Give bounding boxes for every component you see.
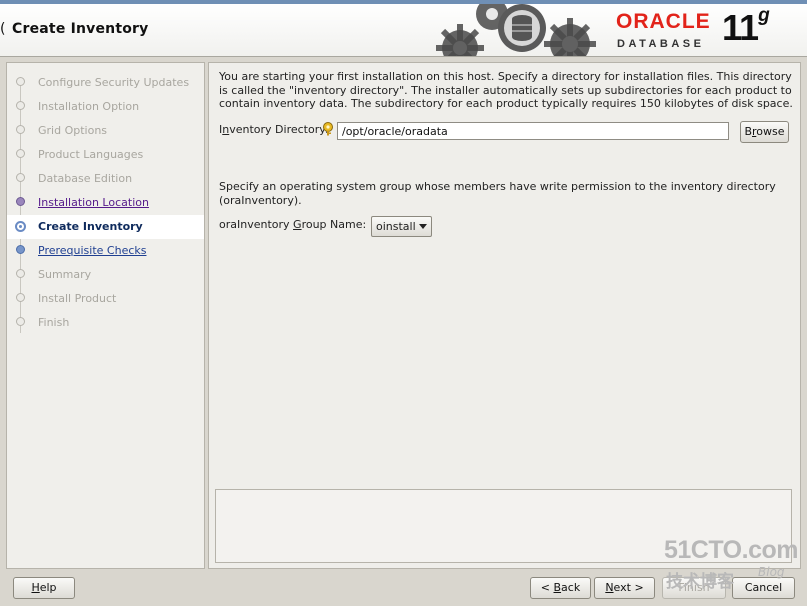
page-title: Create Inventory [12,21,149,37]
label-mnemonic: G [293,218,302,231]
group-line-1: Specify an operating system group whose … [219,180,776,193]
step-node-icon [16,173,25,182]
step-label: Finish [38,316,70,329]
finish-button[interactable]: Finish [662,577,726,599]
browse-button[interactable]: Browse [740,121,789,143]
inventory-directory-label: Inventory Directory: [219,123,329,136]
button-mnemonic: H [31,581,40,594]
step-prerequisite-checks[interactable]: Prerequisite Checks [7,239,204,263]
step-installation-option: Installation Option [7,95,204,119]
button-mnemonic: N [605,581,614,594]
key-hint-icon [323,122,333,136]
label-part: roup Name: [301,218,367,231]
database-logo-text: DATABASE [617,38,705,50]
step-current-node-icon [15,221,26,232]
step-node-icon [16,77,25,86]
step-node-icon [16,317,25,326]
step-product-languages: Product Languages [7,143,204,167]
help-button[interactable]: Help [13,577,75,599]
step-node-icon [16,101,25,110]
step-finish: Finish [7,311,204,335]
version-number: 11 [722,7,759,48]
intro-line-1: You are starting your first installation… [219,70,792,83]
button-mnemonic: B [553,581,562,594]
step-label: Installation Option [38,100,140,113]
step-configure-security-updates: Configure Security Updates [7,71,204,95]
step-label: Create Inventory [38,220,143,233]
step-label: Database Edition [38,172,133,185]
message-area [215,489,792,563]
group-name-value: oinstall [376,220,416,233]
label-part: oraInventory [219,218,294,231]
intro-line-2: is called the "inventory directory". The… [219,83,792,97]
group-name-label: oraInventory Group Name: [219,218,366,231]
step-install-product: Install Product [7,287,204,311]
step-node-icon [16,269,25,278]
step-installation-location[interactable]: Installation Location [7,191,204,215]
step-node-icon [16,293,25,302]
main-content-panel: You are starting your first installation… [208,62,801,569]
step-node-icon [16,245,25,254]
button-text: ext > [613,581,644,594]
chevron-down-icon [419,224,427,229]
step-create-inventory: Create Inventory [7,215,204,239]
header-banner: ( Create Inventory ORACLE DATABASE 11g [0,4,807,57]
group-line-2: (oraInventory). [219,193,302,207]
step-grid-options: Grid Options [7,119,204,143]
button-text: < [540,581,554,594]
intro-line-3: contain inventory data. The subdirectory… [219,97,793,110]
oracle-logo: ORACLE [616,10,711,33]
step-link-prerequisite-checks[interactable]: Prerequisite Checks [38,244,146,257]
steps-sidebar: Configure Security Updates Installation … [6,62,205,569]
step-database-edition: Database Edition [7,167,204,191]
step-link-installation-location[interactable]: Installation Location [38,196,149,209]
button-text: elp [39,581,57,594]
window-edge-glyph: ( [0,21,6,37]
group-name-select[interactable]: oinstall [371,216,432,237]
step-label: Summary [38,268,92,281]
gears-database-icon [436,4,596,56]
group-description: Specify an operating system group whose … [219,180,794,207]
button-text: owse [756,125,785,138]
version-logo: 11g [722,5,770,49]
cancel-button[interactable]: Cancel [732,577,795,599]
step-node-icon [16,125,25,134]
button-text: B [744,125,753,138]
step-node-icon [16,149,25,158]
next-button[interactable]: Next > [594,577,655,599]
step-label: Install Product [38,292,117,305]
intro-text: You are starting your first installation… [219,70,794,111]
back-button[interactable]: < Back [530,577,591,599]
step-label: Product Languages [38,148,144,161]
step-summary: Summary [7,263,204,287]
inventory-directory-input[interactable] [337,122,729,140]
label-part: ventory Directory: [229,123,329,136]
step-label: Grid Options [38,124,108,137]
step-node-icon [16,197,25,206]
step-label: Configure Security Updates [38,76,190,89]
version-letter: g [758,5,770,26]
button-text: ack [561,581,581,594]
